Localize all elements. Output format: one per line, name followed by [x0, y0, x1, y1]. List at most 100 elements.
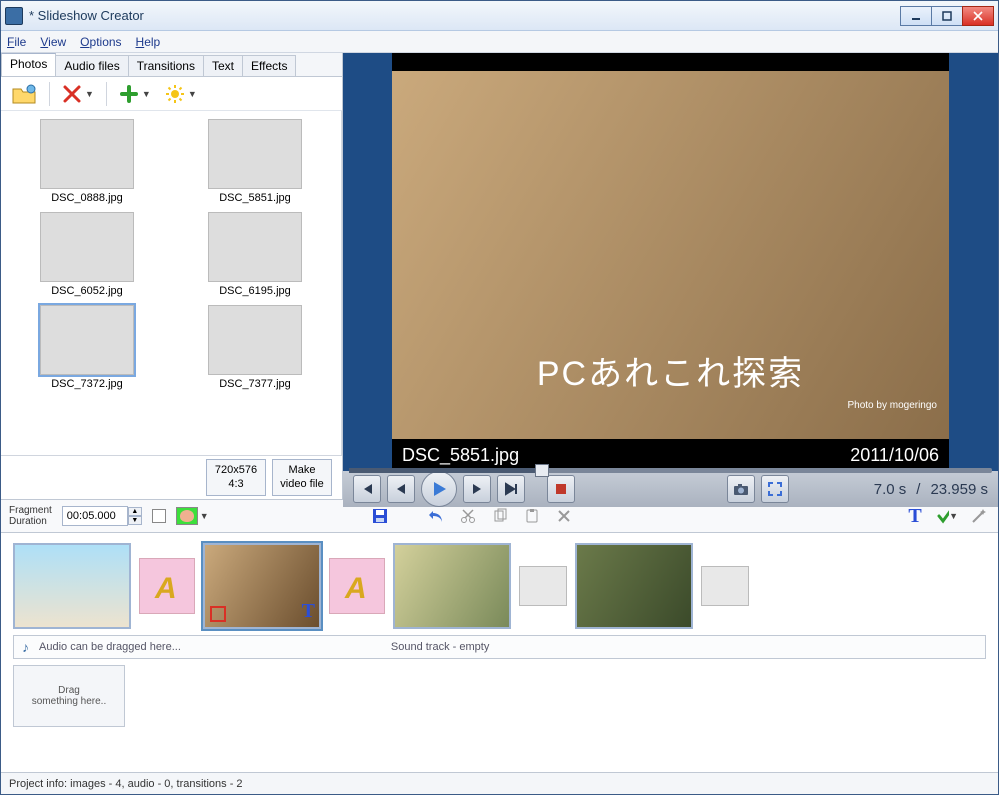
timeline-empty-transition[interactable]	[701, 566, 749, 606]
effects-button[interactable]: ▼	[163, 82, 199, 106]
preview-image: PCあれこれ探索 Photo by mogeringo	[392, 71, 949, 439]
music-note-icon: ♪	[22, 639, 29, 655]
preview-letterbox: PCあれこれ探索 Photo by mogeringo DSC_5851.jpg…	[392, 53, 949, 471]
duration-down-button[interactable]: ▼	[128, 516, 142, 525]
save-button[interactable]	[369, 505, 391, 527]
delete-button[interactable]: ▼	[60, 82, 96, 106]
svg-text:A: A	[154, 572, 177, 605]
timeline-transition[interactable]: A	[329, 558, 385, 614]
thumb-label: DSC_6052.jpg	[51, 285, 123, 297]
thumb-item[interactable]: DSC_7372.jpg	[9, 305, 165, 390]
undo-button[interactable]	[425, 505, 447, 527]
audio-status: Sound track - empty	[391, 641, 489, 653]
resolution-button[interactable]: 720x576 4:3	[206, 459, 266, 495]
thumb-label: DSC_6195.jpg	[219, 285, 291, 297]
app-icon	[5, 7, 23, 25]
delete-clip-button[interactable]	[553, 505, 575, 527]
tab-effects[interactable]: Effects	[242, 55, 296, 76]
minimize-button[interactable]	[900, 6, 932, 26]
goto-start-button[interactable]	[353, 475, 381, 503]
background-color-picker[interactable]	[152, 509, 166, 523]
duration-up-button[interactable]: ▲	[128, 507, 142, 516]
next-frame-button[interactable]	[463, 475, 491, 503]
thumb-item[interactable]: DSC_0888.jpg	[9, 119, 165, 204]
svg-text:A: A	[344, 572, 367, 605]
prev-frame-button[interactable]	[387, 475, 415, 503]
tab-photos[interactable]: Photos	[1, 53, 56, 76]
left-tabs: Photos Audio files Transitions Text Effe…	[1, 53, 342, 77]
tab-audio[interactable]: Audio files	[55, 55, 128, 76]
menu-view[interactable]: View	[40, 35, 66, 49]
menubar: File View Options Help	[1, 31, 998, 53]
fragment-duration-label: FragmentDuration	[9, 505, 52, 527]
menu-file[interactable]: File	[7, 35, 26, 49]
timeline-clip[interactable]	[13, 543, 131, 629]
stop-button[interactable]	[547, 475, 575, 503]
timeline-transition[interactable]: A	[139, 558, 195, 614]
thumb-item[interactable]: DSC_6052.jpg	[9, 212, 165, 297]
play-button[interactable]	[421, 471, 457, 507]
chevron-down-icon: ▼	[200, 511, 209, 521]
audio-track[interactable]: ♪ Audio can be dragged here... Sound tra…	[13, 635, 986, 659]
open-folder-button[interactable]	[9, 81, 39, 107]
window-title: * Slideshow Creator	[29, 8, 144, 23]
photos-toolbar: ▼ ▼ ▼	[1, 77, 342, 111]
paste-button[interactable]	[521, 505, 543, 527]
left-footer: 720x576 4:3 Make video file	[1, 455, 342, 499]
timecode-total: 23.959 s	[930, 481, 988, 498]
maximize-button[interactable]	[931, 6, 963, 26]
chevron-down-icon: ▼	[949, 511, 958, 521]
thumb-item[interactable]: DSC_6195.jpg	[177, 212, 333, 297]
face-overlay-toggle[interactable]	[176, 507, 198, 525]
upper-panel: Photos Audio files Transitions Text Effe…	[1, 53, 998, 499]
magic-wand-button[interactable]	[968, 505, 990, 527]
app-window: * Slideshow Creator File View Options He…	[0, 0, 999, 795]
thumb-item[interactable]: DSC_5851.jpg	[177, 119, 333, 204]
timeline-clips[interactable]: A T A	[13, 543, 986, 629]
timeline-panel: A T A ♪ Audio can be dragged here... Sou…	[1, 533, 998, 735]
goto-end-button[interactable]	[497, 475, 525, 503]
thumb-label: DSC_7377.jpg	[219, 378, 291, 390]
timecode-display: 7.0 s / 23.959 s	[874, 481, 988, 498]
credit-text: Photo by mogeringo	[847, 400, 937, 411]
timeline-clip[interactable]: T	[203, 543, 321, 629]
preview-frame: PCあれこれ探索 Photo by mogeringo DSC_5851.jpg…	[343, 53, 998, 471]
titlebar: * Slideshow Creator	[1, 1, 998, 31]
timeline-clip[interactable]	[393, 543, 511, 629]
copy-button[interactable]	[489, 505, 511, 527]
thumb-item[interactable]: DSC_7377.jpg	[177, 305, 333, 390]
seek-bar[interactable]	[349, 467, 992, 475]
left-panel: Photos Audio files Transitions Text Effe…	[1, 53, 343, 499]
caption-filename: DSC_5851.jpg	[402, 445, 519, 466]
seek-handle[interactable]	[535, 464, 549, 477]
statusbar: Project info: images - 4, audio - 0, tra…	[1, 772, 998, 794]
chevron-down-icon: ▼	[142, 89, 151, 99]
apply-button[interactable]: ▼	[936, 505, 958, 527]
snapshot-button[interactable]	[727, 475, 755, 503]
thumbnail-grid[interactable]: DSC_0888.jpg DSC_5851.jpg DSC_6052.jpg D…	[1, 111, 342, 455]
tab-text[interactable]: Text	[203, 55, 243, 76]
transport-bar: 7.0 s / 23.959 s	[343, 471, 998, 507]
tab-transitions[interactable]: Transitions	[128, 55, 204, 76]
fullscreen-button[interactable]	[761, 475, 789, 503]
add-button[interactable]: ▼	[117, 82, 153, 106]
timeline-empty-transition[interactable]	[519, 566, 567, 606]
close-button[interactable]	[962, 6, 994, 26]
chevron-down-icon: ▼	[188, 89, 197, 99]
drag-zone[interactable]: Dragsomething here..	[13, 665, 125, 727]
cut-button[interactable]	[457, 505, 479, 527]
thumb-label: DSC_0888.jpg	[51, 192, 123, 204]
timecode-pos: 7.0 s	[874, 481, 907, 498]
menu-help[interactable]: Help	[136, 35, 161, 49]
caption-date: 2011/10/06	[850, 445, 939, 466]
content: Photos Audio files Transitions Text Effe…	[1, 53, 998, 772]
make-video-button[interactable]: Make video file	[272, 459, 332, 495]
window-buttons	[901, 6, 994, 26]
text-tool-button[interactable]: T	[904, 505, 926, 527]
thumb-label: DSC_7372.jpg	[51, 378, 123, 390]
menu-options[interactable]: Options	[80, 35, 121, 49]
preview-panel: PCあれこれ探索 Photo by mogeringo DSC_5851.jpg…	[343, 53, 998, 499]
timeline-clip[interactable]	[575, 543, 693, 629]
audio-hint: Audio can be dragged here...	[39, 641, 181, 653]
fragment-duration-input[interactable]	[62, 506, 128, 526]
